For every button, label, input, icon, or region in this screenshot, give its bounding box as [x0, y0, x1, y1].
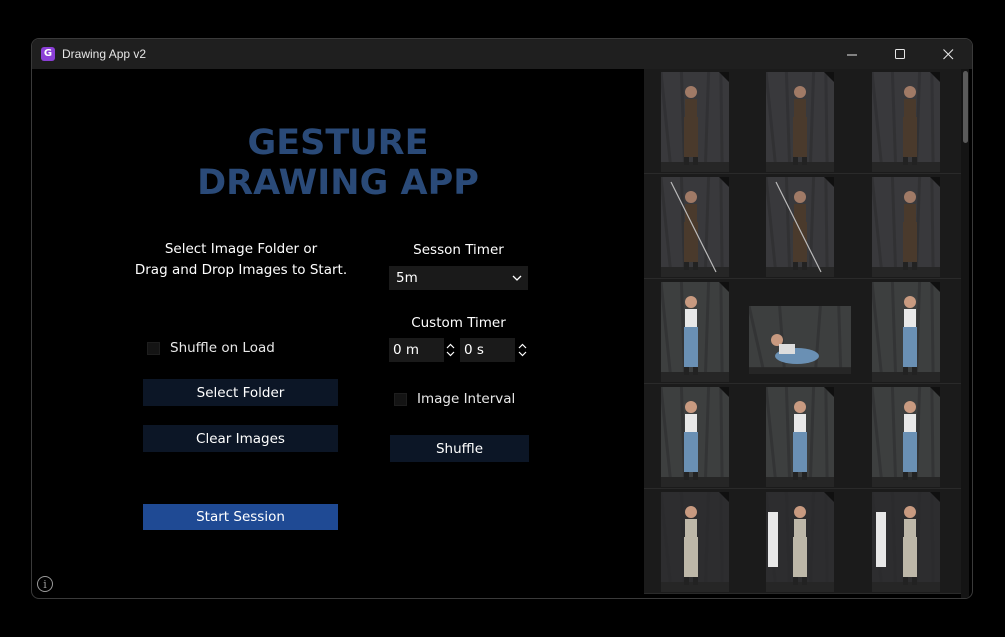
thumbnail-pose-standing-hands[interactable] [872, 177, 940, 277]
image-interval-checkbox[interactable] [394, 392, 407, 406]
gallery-row [644, 279, 966, 384]
start-session-button[interactable]: Start Session [143, 504, 338, 530]
thumbnail-pose-hand-on-hip[interactable] [872, 387, 940, 487]
minutes-value: 0 m [393, 342, 420, 358]
session-timer-select[interactable]: 5m [389, 266, 528, 290]
window-controls [828, 39, 972, 69]
info-circle-icon[interactable]: i [37, 576, 53, 592]
thumbnail-pose-floor-seated[interactable] [749, 306, 851, 374]
thumbnail-pose-walking-window[interactable] [766, 492, 834, 592]
seconds-spin-arrows-icon[interactable] [517, 342, 527, 358]
session-timer-label: Sesson Timer [413, 242, 504, 258]
thumbnail-pose-spear-hold[interactable] [766, 177, 834, 277]
gallery-row [644, 174, 966, 279]
gallery-scrollbar[interactable] [961, 69, 969, 598]
gallery-row [644, 384, 966, 489]
minutes-input[interactable]: 0 m [389, 338, 444, 362]
minimize-icon [846, 54, 857, 55]
thumbnail-pose-chair-seated[interactable] [661, 387, 729, 487]
thumbnail-pose-spear-raised[interactable] [661, 177, 729, 277]
shuffle-on-load-row[interactable]: Shuffle on Load [147, 340, 275, 356]
instructions-text: Select Image Folder or Drag and Drop Ima… [132, 239, 350, 281]
gallery-row [644, 489, 966, 594]
thumbnail-pose-seated-stool[interactable] [766, 72, 834, 172]
window-title: Drawing App v2 [62, 47, 147, 61]
clear-images-button[interactable]: Clear Images [143, 425, 338, 452]
image-interval-label: Image Interval [417, 391, 516, 407]
close-button[interactable] [924, 39, 972, 69]
title-bar[interactable]: G Drawing App v2 [32, 39, 972, 69]
thumbnail-pose-leaning-chair[interactable] [872, 72, 940, 172]
thumbnail-pose-standing-front[interactable] [766, 387, 834, 487]
minimize-button[interactable] [828, 39, 876, 69]
thumbnail-pose-standing[interactable] [661, 72, 729, 172]
thumbnail-pose-arm-raised[interactable] [661, 282, 729, 382]
thumbnail-pose-standing-window[interactable] [872, 492, 940, 592]
close-icon [942, 48, 953, 59]
app-heading: GESTURE DRAWING APP [197, 123, 479, 203]
shuffle-button[interactable]: Shuffle [390, 435, 529, 462]
custom-timer-label: Custom Timer [411, 315, 506, 331]
minutes-spin-arrows-icon[interactable] [445, 342, 455, 358]
thumbnail-pose-chair-lean[interactable] [872, 282, 940, 382]
instructions-line-2: Drag and Drop Images to Start. [134, 262, 348, 278]
chevron-down-icon [512, 275, 522, 281]
shuffle-on-load-label: Shuffle on Load [170, 340, 275, 356]
maximize-icon [894, 48, 905, 59]
image-gallery[interactable] [644, 69, 969, 598]
seconds-value: 0 s [464, 342, 484, 358]
maximize-button[interactable] [876, 39, 924, 69]
seconds-input[interactable]: 0 s [460, 338, 515, 362]
app-window: G Drawing App v2 GESTURE DRAWING APP Sel… [31, 38, 973, 599]
app-icon: G [41, 47, 55, 61]
thumbnail-pose-standing-white-top[interactable] [661, 492, 729, 592]
gallery-row [644, 69, 966, 174]
select-folder-button[interactable]: Select Folder [143, 379, 338, 406]
instructions-line-1: Select Image Folder or [164, 241, 318, 257]
image-interval-row[interactable]: Image Interval [394, 391, 515, 407]
session-timer-value: 5m [396, 270, 418, 286]
gallery-scrollbar-thumb[interactable] [963, 71, 968, 143]
shuffle-on-load-checkbox[interactable] [147, 341, 160, 355]
